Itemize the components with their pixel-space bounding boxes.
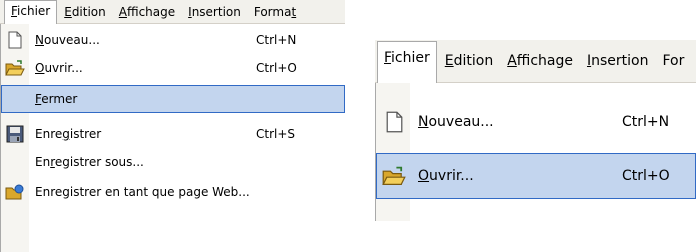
menu-insertion[interactable]: Insertion [581, 45, 655, 77]
menu-screenshot-large: Fichier Edition Affichage Insertion Form… [0, 0, 345, 252]
menu-item-label: Fermer [35, 92, 78, 106]
menu-item-label: Enregistrer en tant que page Web... [35, 185, 250, 199]
shortcut-text: Ctrl+O [256, 61, 297, 75]
menu-item-label: Enregistrer sous... [35, 155, 144, 169]
menu-item-nouveau[interactable]: Nouveau... Ctrl+N [1, 26, 345, 54]
new-document-icon [5, 30, 25, 50]
open-folder-icon [382, 164, 406, 188]
menu-edition[interactable]: Edition [439, 45, 499, 77]
menu-item-enregistrer-sous[interactable]: Enregistrer sous... [1, 148, 345, 176]
menu-affichage[interactable]: Affichage [113, 2, 181, 22]
menu-item-nouveau[interactable]: Nouveau... Ctrl+N [376, 99, 696, 145]
menu-screenshot-zoomed: Fichier Edition Affichage Insertion For … [375, 40, 696, 221]
menu-bar: Fichier Edition Affichage Insertion Form… [0, 0, 345, 24]
menu-item-label: Nouveau... [35, 33, 100, 47]
menu-fichier[interactable]: Fichier [4, 0, 58, 24]
menu-item-ouvrir[interactable]: Ouvrir... Ctrl+O [376, 153, 696, 199]
shortcut-text: Ctrl+O [622, 168, 670, 184]
open-folder-icon [5, 58, 25, 78]
menu-bar: Fichier Edition Affichage Insertion For [375, 40, 696, 84]
menu-affichage[interactable]: Affichage [501, 45, 579, 77]
menu-format-truncated[interactable]: For [656, 45, 690, 77]
menu-item-label: Nouveau... [418, 114, 494, 130]
new-document-icon [382, 110, 406, 134]
menu-item-ouvrir[interactable]: Ouvrir... Ctrl+O [1, 54, 345, 82]
menu-item-label: Ouvrir... [418, 168, 474, 184]
menu-format[interactable]: Format [248, 2, 302, 22]
menu-edition[interactable]: Edition [58, 2, 112, 22]
menu-item-enregistrer-web[interactable]: Enregistrer en tant que page Web... [1, 178, 345, 206]
fichier-dropdown: Nouveau... Ctrl+N Ouvrir... Ctrl+O [375, 83, 696, 221]
shortcut-text: Ctrl+N [256, 33, 297, 47]
fichier-dropdown: Nouveau... Ctrl+N Ouvrir... Ctrl+O Ferme… [0, 24, 345, 252]
floppy-disk-icon [5, 124, 25, 144]
menu-item-enregistrer[interactable]: Enregistrer Ctrl+S [1, 120, 345, 148]
web-page-icon [5, 182, 25, 202]
menu-item-fermer[interactable]: Fermer [1, 85, 345, 113]
menu-insertion[interactable]: Insertion [182, 2, 247, 22]
menu-item-label: Ouvrir... [35, 61, 83, 75]
shortcut-text: Ctrl+N [622, 114, 670, 130]
shortcut-text: Ctrl+S [256, 127, 296, 141]
menu-item-label: Enregistrer [35, 127, 102, 141]
menu-fichier[interactable]: Fichier [377, 40, 437, 84]
